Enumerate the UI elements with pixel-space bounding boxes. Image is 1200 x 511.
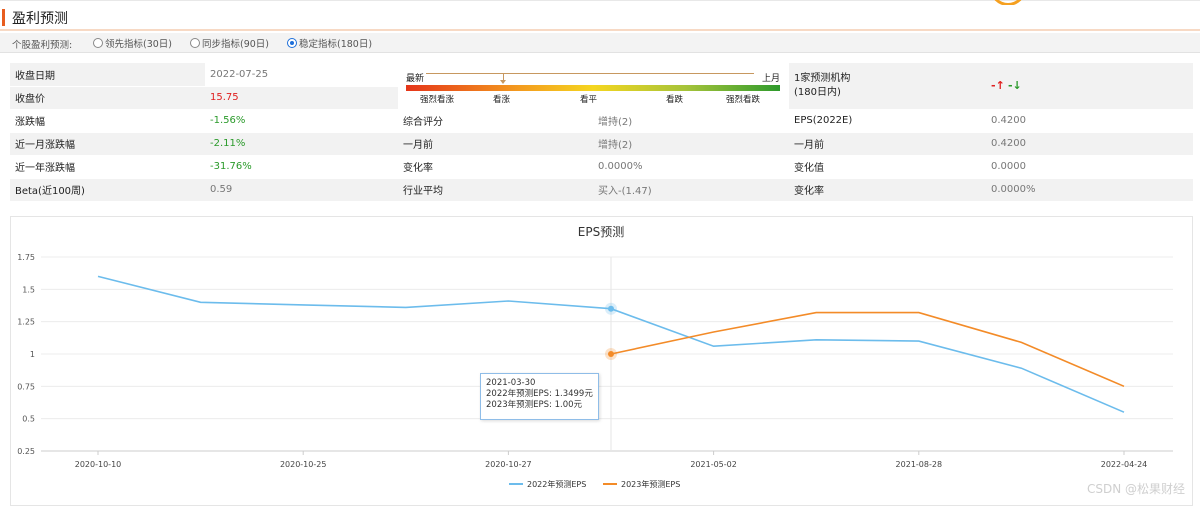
y-tick-label: 0.75 — [17, 382, 35, 391]
section-header: 盈利预测 — [0, 5, 1200, 31]
eps-label: EPS(2022E) — [789, 109, 986, 133]
gauge-scale-label: 看平 — [580, 95, 598, 105]
rate-value: 0.0000% — [593, 155, 789, 179]
gauge-scale-label: 看涨 — [493, 95, 511, 105]
gauge-guide-line — [426, 73, 754, 74]
y-tick-label: 1.75 — [17, 253, 35, 262]
tooltip-line-2022: 2022年预测EPS: 1.3499元 — [486, 389, 593, 399]
watermark: CSDN @松果财经 — [1086, 482, 1185, 496]
gauge-scale-label: 强烈看跌 — [726, 95, 761, 105]
month-ago-value: 增持(2) — [593, 132, 789, 156]
radio-circle-icon — [93, 38, 103, 48]
radio-stable-indicator[interactable]: 稳定指标(180日) — [287, 36, 372, 50]
filter-label: 个股盈利预测: — [12, 40, 73, 51]
trend-arrows: -↑ -↓ — [986, 63, 1193, 110]
gauge-last-month-label: 上月 — [761, 74, 780, 84]
y-tick-label: 1.25 — [17, 318, 35, 327]
gauge-scale-label: 看跌 — [666, 95, 684, 105]
legend-label: 2022年预测EPS — [527, 479, 586, 489]
x-tick-label: 2021-08-28 — [896, 460, 943, 469]
section-title: 盈利预测 — [12, 11, 68, 27]
industry-avg-value: 买入-(1.47) — [593, 178, 789, 202]
series-line-2023 — [610, 311, 1125, 388]
close-price-label: 收盘价 — [10, 86, 205, 110]
x-tick-label: 2020-10-27 — [485, 460, 532, 469]
month-ago-label: 一月前 — [398, 132, 593, 156]
table-row: 近一年涨跌幅 -31.76% 变化率 0.0000% 变化值 0.0000 — [10, 155, 1193, 179]
radio-lead-indicator[interactable]: 领先指标(30日) — [93, 36, 172, 50]
y-tick-label: 0.5 — [22, 415, 35, 424]
institution-count-line: 1家预测机构 — [794, 72, 851, 84]
gauge-newest-label: 最新 — [406, 74, 425, 84]
radio-label: 领先指标(30日) — [105, 39, 173, 50]
eps-month-ago-value: 0.4200 — [986, 132, 1193, 156]
gauge-scale-label: 强烈看涨 — [420, 95, 455, 105]
change-value-number: 0.0000 — [986, 155, 1193, 179]
chart-title: EPS预测 — [578, 225, 624, 239]
rate-label: 变化率 — [398, 155, 593, 179]
beta-value: 0.59 — [205, 178, 398, 202]
x-tick-label: 2021-05-02 — [690, 460, 737, 469]
y-tick-label: 1.5 — [22, 285, 35, 294]
highlight-point — [608, 305, 614, 312]
x-tick-label: 2020-10-10 — [75, 460, 122, 469]
beta-label: Beta(近100周) — [10, 178, 205, 202]
gauge-gradient-bar — [406, 85, 780, 91]
table-row: 近一月涨跌幅 -2.11% 一月前 增持(2) 一月前 0.4200 — [10, 132, 1193, 156]
gauge-marker-icon — [500, 74, 506, 84]
close-date-value: 2022-07-25 — [205, 63, 398, 87]
table-row: Beta(近100周) 0.59 行业平均 买入-(1.47) 变化率 0.00… — [10, 178, 1193, 202]
rating-label: 综合评分 — [398, 109, 593, 133]
tooltip-date: 2021-03-30 — [486, 378, 536, 388]
radio-label: 稳定指标(180日) — [299, 39, 373, 50]
down-arrow-icon: -↓ — [1007, 79, 1022, 93]
highlight-point — [608, 351, 614, 357]
year-change-value: -31.76% — [205, 155, 398, 179]
year-change-label: 近一年涨跌幅 — [10, 155, 205, 179]
radio-label: 同步指标(90日) — [202, 39, 270, 50]
header-accent-bar — [2, 9, 5, 26]
change-value-label: 变化值 — [789, 155, 986, 179]
up-arrow-icon: -↑ — [991, 79, 1005, 93]
eps-rate-label: 变化率 — [789, 178, 986, 202]
industry-avg-label: 行业平均 — [398, 178, 593, 202]
stock-info-table: 收盘日期 2022-07-25 最新 上月 强烈看涨 看涨 看平 看跌 强烈看跌… — [10, 63, 1193, 202]
table-row: 收盘日期 2022-07-25 最新 上月 强烈看涨 看涨 看平 看跌 强烈看跌… — [10, 63, 1193, 110]
radio-checked-icon — [287, 38, 297, 48]
x-tick-label: 2022-04-24 — [1101, 460, 1148, 469]
eps-month-ago-label: 一月前 — [789, 132, 986, 156]
rating-gauge: 最新 上月 强烈看涨 看涨 看平 看跌 强烈看跌 — [398, 63, 789, 110]
month-change-label: 近一月涨跌幅 — [10, 132, 205, 156]
table-row: 涨跌幅 -1.56% 综合评分 增持(2) EPS(2022E) 0.4200 — [10, 109, 1193, 133]
institution-count: 1家预测机构 (180日内) — [789, 63, 986, 110]
month-change-value: -2.11% — [205, 132, 398, 156]
eps-chart-panel: EPS预测 1.75 1.5 1.25 1 0.75 0.5 0.25 2020-10-10 20… — [10, 216, 1193, 506]
change-value: -1.56% — [205, 109, 398, 133]
radio-sync-indicator[interactable]: 同步指标(90日) — [190, 36, 269, 50]
tooltip-line-2023: 2023年预测EPS: 1.00元 — [486, 400, 583, 410]
radio-circle-icon — [190, 38, 200, 48]
eps-rate-value: 0.0000% — [986, 178, 1193, 202]
eps-chart: EPS预测 1.75 1.5 1.25 1 0.75 0.5 0.25 2020-10-10 20… — [17, 225, 1173, 489]
change-label: 涨跌幅 — [10, 109, 205, 133]
close-price-value: 15.75 — [205, 86, 398, 110]
institution-period-line: (180日内) — [794, 86, 841, 98]
legend-label: 2023年预测EPS — [621, 479, 680, 489]
x-tick-label: 2020-10-25 — [280, 460, 327, 469]
y-tick-label: 1 — [30, 350, 35, 359]
rating-value: 增持(2) — [593, 109, 789, 133]
indicator-filter-bar: 个股盈利预测: 领先指标(30日) 同步指标(90日) 稳定指标(180日) — [0, 33, 1200, 53]
y-tick-label: 0.25 — [17, 447, 35, 456]
eps-value: 0.4200 — [986, 109, 1193, 133]
close-date-label: 收盘日期 — [10, 63, 205, 87]
chart-tooltip: 2021-03-30 2022年预测EPS: 1.3499元 2023年预测EP… — [480, 373, 599, 420]
